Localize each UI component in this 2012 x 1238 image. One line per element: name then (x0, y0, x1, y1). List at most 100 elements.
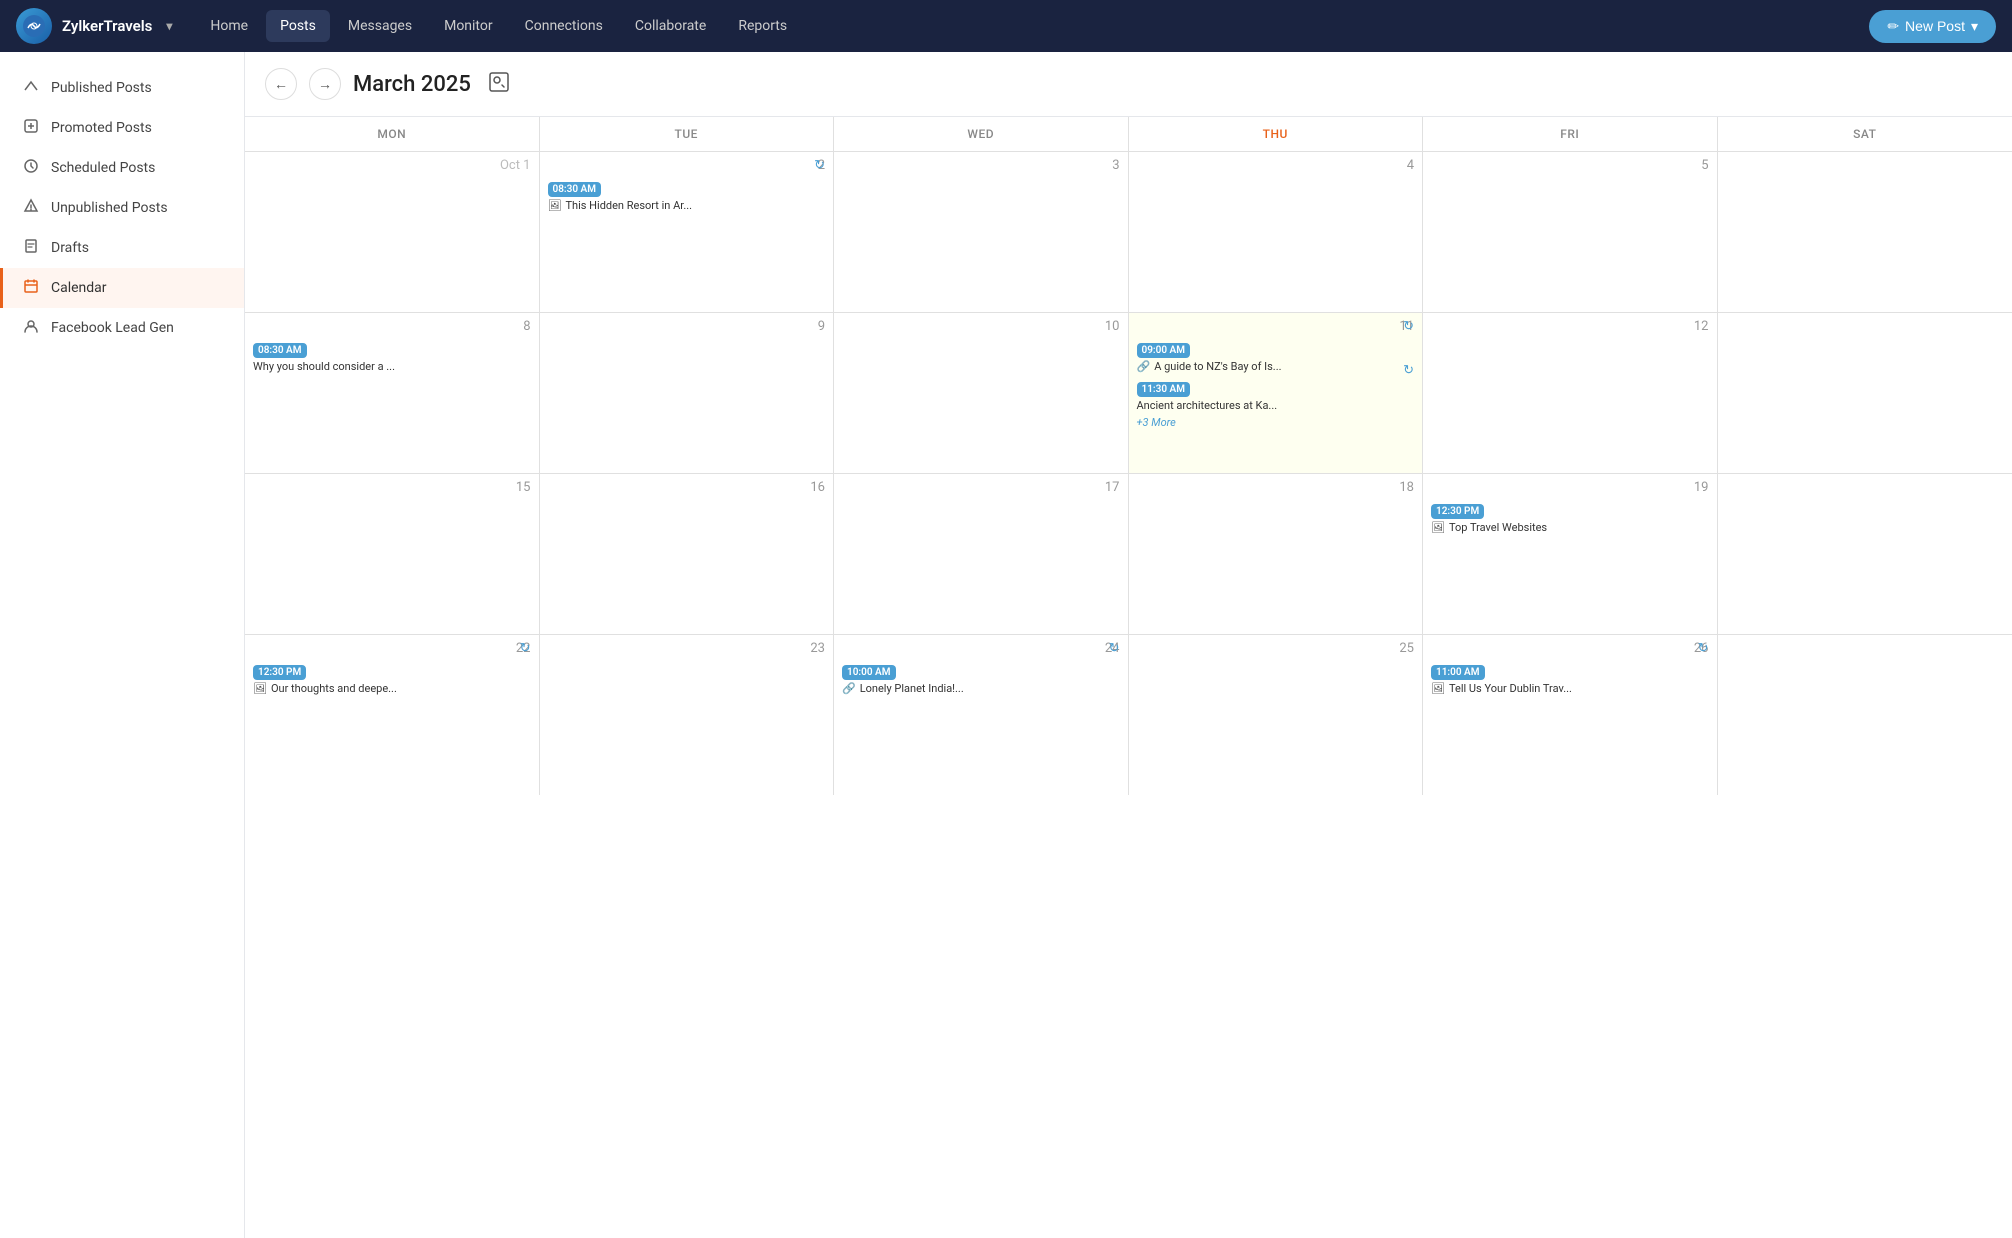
more-posts-link[interactable]: +3 More (1137, 416, 1415, 429)
cal-cell-mar-sat3 (1718, 474, 2012, 634)
post-entry[interactable]: 12:30 PM 🖼 Our thoughts and deepe... (253, 660, 531, 695)
cal-cell-mar-sat1 (1718, 152, 2012, 312)
cell-date: 19 (1431, 480, 1709, 495)
pencil-icon: ✏ (1887, 18, 1899, 35)
promoted-posts-icon (23, 118, 39, 138)
post-icon-row: 🖼 Top Travel Websites (1431, 521, 1709, 534)
post-icon-row: Ancient architectures at Ka... (1137, 399, 1415, 412)
cal-cell-mar18: 18 (1129, 474, 1424, 634)
main-layout: Published Posts Promoted Posts Scheduled… (0, 52, 2012, 1238)
sidebar-item-drafts[interactable]: Drafts (0, 228, 244, 268)
next-month-button[interactable]: → (309, 68, 341, 100)
calendar-filter-icon[interactable] (487, 70, 511, 99)
nav-connections[interactable]: Connections (511, 10, 617, 42)
post-title: Our thoughts and deepe... (271, 682, 397, 695)
brand-logo-icon (16, 8, 52, 44)
cell-date: 22 (253, 641, 531, 656)
cell-date: Oct 1 (253, 158, 531, 173)
post-time-badge: 08:30 AM (548, 182, 602, 197)
new-post-label: New Post (1905, 18, 1965, 34)
post-entry[interactable]: 12:30 PM 🖼 Top Travel Websites (1431, 499, 1709, 534)
nav-reports[interactable]: Reports (724, 10, 801, 42)
sidebar-item-facebook-lead-gen[interactable]: Facebook Lead Gen (0, 308, 244, 348)
sidebar-label-promoted-posts: Promoted Posts (51, 120, 152, 136)
cell-date: 8 (253, 319, 531, 334)
sidebar-label-facebook-lead-gen: Facebook Lead Gen (51, 320, 174, 336)
cal-cell-mar26: 26 11:00 AM 🖼 Tell Us Your Dublin Trav..… (1423, 635, 1718, 795)
calendar-title: March 2025 (353, 72, 471, 97)
cell-date: 15 (253, 480, 531, 495)
sidebar-item-scheduled-posts[interactable]: Scheduled Posts (0, 148, 244, 188)
nav-monitor[interactable]: Monitor (430, 10, 507, 42)
cell-date: 24 (842, 641, 1120, 656)
nav-messages[interactable]: Messages (334, 10, 426, 42)
calendar-week-1: Oct 1 2 08:30 AM 🖼 This Hidden Resort in… (245, 152, 2012, 313)
post-entry[interactable]: 08:30 AM Why you should consider a ... (253, 338, 531, 373)
cal-cell-mar9: 9 (540, 313, 835, 473)
day-label-fri: FRI (1423, 117, 1718, 151)
cal-cell-mar-sat2 (1718, 313, 2012, 473)
repeat-icon[interactable]: ↻ (1698, 641, 1709, 656)
post-title: A guide to NZ's Bay of Is... (1154, 360, 1281, 373)
cal-cell-mar5: 5 (1423, 152, 1718, 312)
post-entry[interactable]: 10:00 AM 🔗 Lonely Planet India!... (842, 660, 1120, 695)
post-entry[interactable]: 11:30 AM Ancient architectures at Ka... (1137, 377, 1415, 412)
sidebar-item-promoted-posts[interactable]: Promoted Posts (0, 108, 244, 148)
repeat-icon-2[interactable]: ↻ (1403, 363, 1414, 378)
main-content: ← → March 2025 MON TUE WED THU FRI SAT O… (245, 52, 2012, 1238)
post-time-badge: 12:30 PM (1431, 504, 1484, 519)
post-entry[interactable]: 11:00 AM 🖼 Tell Us Your Dublin Trav... (1431, 660, 1709, 695)
sidebar-label-calendar: Calendar (51, 280, 107, 296)
day-label-thu: THU (1129, 117, 1424, 151)
calendar-header: ← → March 2025 (245, 52, 2012, 117)
sidebar-label-drafts: Drafts (51, 240, 89, 256)
post-entry[interactable]: 08:30 AM 🖼 This Hidden Resort in Ar... (548, 177, 826, 212)
cell-date: 26 (1431, 641, 1709, 656)
new-post-button[interactable]: ✏ New Post ▾ (1869, 10, 1996, 43)
nav-collaborate[interactable]: Collaborate (621, 10, 720, 42)
repeat-icon[interactable]: ↻ (1109, 641, 1120, 656)
sidebar-label-unpublished-posts: Unpublished Posts (51, 200, 168, 216)
post-icon-row: Why you should consider a ... (253, 360, 531, 373)
sidebar-item-calendar[interactable]: Calendar (0, 268, 244, 308)
repeat-icon[interactable]: ↻ (1403, 319, 1414, 334)
cell-date: 3 (842, 158, 1120, 173)
post-title: Top Travel Websites (1449, 521, 1547, 534)
day-label-wed: WED (834, 117, 1129, 151)
sidebar-label-published-posts: Published Posts (51, 80, 152, 96)
calendar-icon (23, 278, 39, 298)
day-label-sat: SAT (1718, 117, 2012, 151)
repeat-icon[interactable]: ↻ (814, 158, 825, 173)
image-icon: 🖼 (1431, 521, 1445, 534)
calendar-week-3: 15 16 17 18 19 12:30 PM 🖼 (245, 474, 2012, 635)
cal-cell-mar15: 15 (245, 474, 540, 634)
facebook-lead-gen-icon (23, 318, 39, 338)
post-entry[interactable]: 09:00 AM 🔗 A guide to NZ's Bay of Is... (1137, 338, 1415, 373)
day-label-tue: TUE (540, 117, 835, 151)
prev-month-button[interactable]: ← (265, 68, 297, 100)
image-icon: 🖼 (1431, 682, 1445, 695)
cal-cell-mar19: 19 12:30 PM 🖼 Top Travel Websites (1423, 474, 1718, 634)
cal-cell-mar22: 22 12:30 PM 🖼 Our thoughts and deepe... … (245, 635, 540, 795)
sidebar: Published Posts Promoted Posts Scheduled… (0, 52, 245, 1238)
top-navigation: ZylkerTravels ▾ Home Posts Messages Moni… (0, 0, 2012, 52)
brand-name: ZylkerTravels (62, 17, 152, 35)
cal-cell-oct1: Oct 1 (245, 152, 540, 312)
sidebar-item-unpublished-posts[interactable]: Unpublished Posts (0, 188, 244, 228)
post-icon-row: 🖼 Our thoughts and deepe... (253, 682, 531, 695)
post-time-badge: 10:00 AM (842, 665, 896, 680)
post-title: Lonely Planet India!... (860, 682, 964, 695)
image-icon: 🖼 (253, 682, 267, 695)
sidebar-item-published-posts[interactable]: Published Posts (0, 68, 244, 108)
repeat-icon[interactable]: ↻ (520, 641, 531, 656)
cell-date: 2 (548, 158, 826, 173)
cell-date: 23 (548, 641, 826, 656)
post-time-badge: 08:30 AM (253, 343, 307, 358)
nav-posts[interactable]: Posts (266, 10, 330, 42)
cal-cell-mar16: 16 (540, 474, 835, 634)
nav-home[interactable]: Home (196, 10, 262, 42)
cell-date: 4 (1137, 158, 1415, 173)
unpublished-posts-icon (23, 198, 39, 218)
post-icon-row: 🖼 This Hidden Resort in Ar... (548, 199, 826, 212)
brand-logo-area[interactable]: ZylkerTravels ▾ (16, 8, 172, 44)
